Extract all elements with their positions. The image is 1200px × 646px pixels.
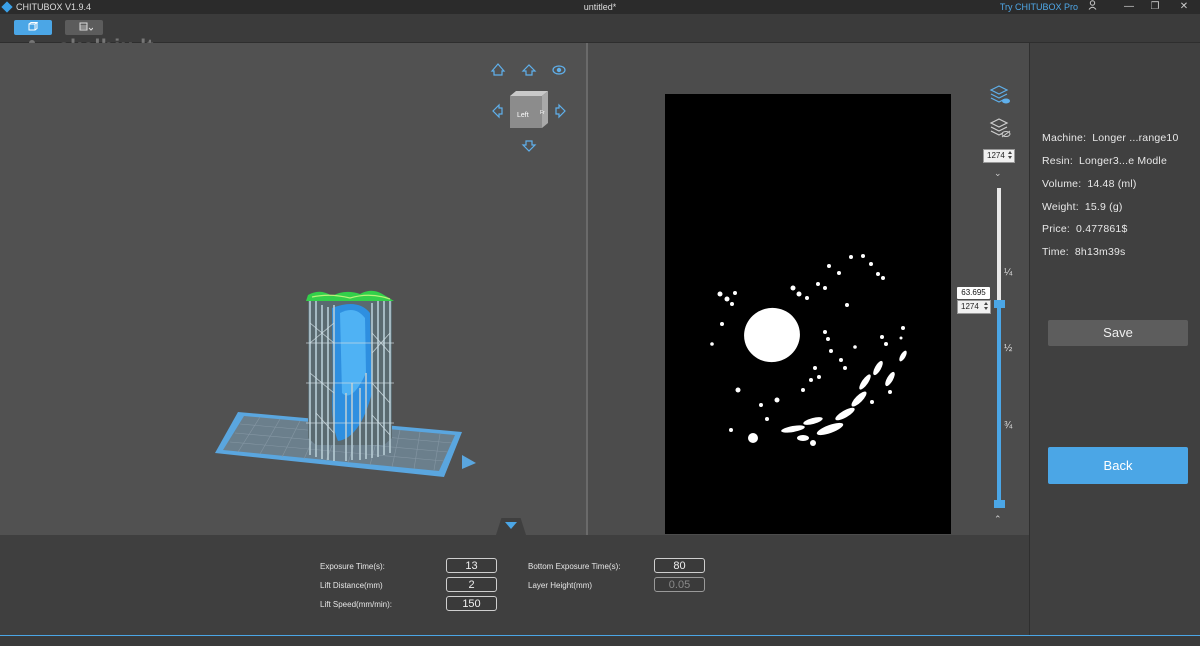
close-button[interactable]: ✕ [1174, 0, 1194, 14]
back-button[interactable]: Back [1048, 447, 1188, 484]
layer-stack-hidden-icon[interactable] [989, 118, 1011, 138]
layer-slider-fill [997, 304, 1001, 504]
layer-slider-top-handle[interactable] [994, 300, 1005, 308]
machine-label: Machine: [1042, 132, 1087, 144]
chevron-up-icon[interactable]: ⌃ [994, 514, 1002, 525]
layer-top-spinbox[interactable]: 1274 [983, 149, 1015, 163]
view-cube-face-label: Left [517, 112, 529, 119]
app-title: CHITUBOX V1.9.4 [16, 2, 92, 12]
view-cube-side-label: Fr [540, 110, 545, 116]
bottom-view-icon [521, 140, 537, 152]
layer-stack-visible-icon[interactable] [989, 85, 1011, 105]
time-value: 8h13m39s [1074, 246, 1126, 258]
home-view-icon [490, 63, 506, 76]
top-view-icon [521, 64, 537, 76]
model-viewport[interactable]: Left Fr [0, 43, 586, 535]
weight-label: Weight: [1042, 201, 1079, 213]
bottom-exposure-time-label: Bottom Exposure Time(s): [528, 562, 621, 571]
slider-tick-quarter: ¼ [1004, 267, 1013, 278]
cube-icon [28, 22, 38, 31]
resin-info: Resin: Longer3...e Modle [1042, 155, 1167, 167]
machine-value: Longer ...range10 [1092, 132, 1179, 144]
slice-view-button[interactable] [65, 20, 103, 35]
layer-bottom-value: 1274 [961, 302, 979, 311]
layer-top-value: 1274 [987, 151, 1005, 160]
rotate-left-icon [492, 103, 503, 119]
volume-value: 14.48 (ml) [1087, 178, 1137, 190]
exposure-time-label: Exposure Time(s): [320, 562, 385, 571]
price-info: Price: 0.477861$ [1042, 223, 1127, 235]
lift-speed-field[interactable] [446, 596, 497, 611]
time-info: Time: 8h13m39s [1042, 246, 1126, 258]
try-pro-link[interactable]: Try CHITUBOX Pro [1000, 0, 1078, 14]
spin-arrows-icon[interactable] [1008, 151, 1013, 161]
print-parameters-panel [0, 535, 1029, 635]
chitubox-window: CHITUBOX V1.9.4 untitled* Try CHITUBOX P… [0, 0, 1200, 646]
slider-tick-half: ½ [1004, 343, 1013, 354]
price-label: Price: [1042, 223, 1071, 235]
title-bar: CHITUBOX V1.9.4 untitled* Try CHITUBOX P… [0, 0, 1200, 14]
minimize-button[interactable]: — [1119, 0, 1139, 14]
time-label: Time: [1042, 246, 1069, 258]
toolbar [0, 14, 1200, 43]
weight-value: 15.9 (g) [1084, 201, 1123, 213]
resin-label: Resin: [1042, 155, 1073, 167]
weight-info: Weight: 15.9 (g) [1042, 201, 1123, 213]
price-value: 0.477861$ [1076, 223, 1128, 235]
slice-icon [79, 22, 93, 31]
layer-height-field [654, 577, 705, 592]
spin-arrows-icon[interactable] [984, 302, 989, 312]
lift-distance-label: Lift Distance(mm) [320, 581, 383, 590]
layer-height-readout: 63.695 [957, 287, 990, 299]
rotate-right-icon [555, 103, 566, 119]
exposure-time-field[interactable] [446, 558, 497, 573]
app-logo-icon [1, 1, 13, 13]
slider-tick-three-quarter: ¾ [1004, 420, 1013, 431]
layer-bottom-spinbox[interactable]: 1274 [957, 300, 991, 314]
user-icon[interactable] [1082, 0, 1102, 14]
chevron-down-icon[interactable]: ⌄ [994, 168, 1002, 179]
save-button[interactable]: Save [1048, 320, 1188, 346]
layer-image[interactable] [665, 94, 951, 534]
volume-info: Volume: 14.48 (ml) [1042, 178, 1137, 190]
support-structure [306, 290, 394, 461]
lift-distance-field[interactable] [446, 577, 497, 592]
layer-slice-shapes [710, 254, 907, 446]
bottom-exposure-time-field[interactable] [654, 558, 705, 573]
view-navigator[interactable] [490, 61, 574, 155]
layer-slider-bottom-handle[interactable] [994, 500, 1005, 508]
model-view-button[interactable] [14, 20, 52, 35]
lift-speed-label: Lift Speed(mm/min): [320, 600, 393, 609]
maximize-button[interactable]: ❐ [1145, 0, 1165, 14]
chevron-down-icon [505, 522, 517, 529]
resin-value: Longer3...e Modle [1078, 155, 1168, 167]
plate-direction-icon [462, 455, 476, 469]
volume-label: Volume: [1042, 178, 1082, 190]
layer-height-label: Layer Height(mm) [528, 581, 593, 590]
machine-info: Machine: Longer ...range10 [1042, 132, 1179, 144]
status-bar [0, 635, 1200, 646]
